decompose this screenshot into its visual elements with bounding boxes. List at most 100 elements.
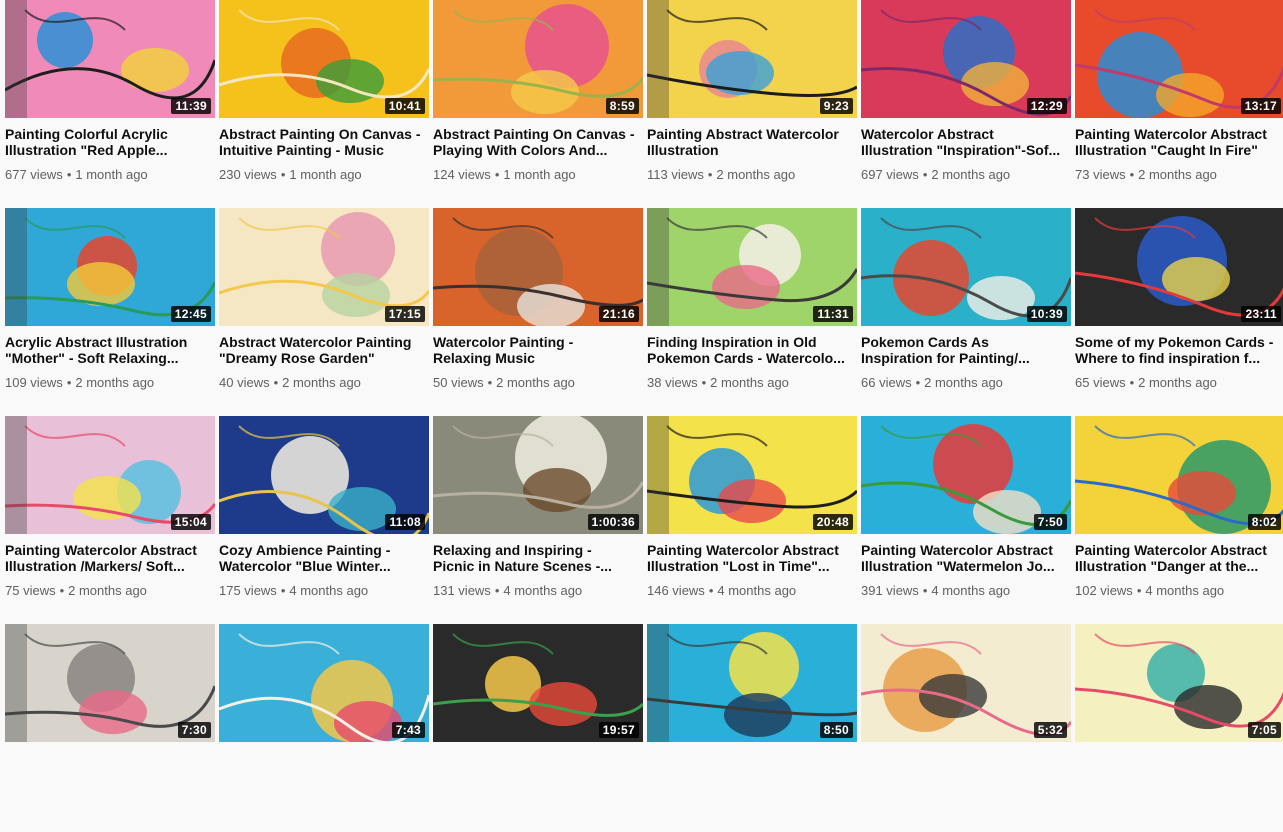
video-card[interactable]: 15:04 Painting Watercolor Abstract Illust… bbox=[5, 416, 215, 624]
view-count: 38 views bbox=[647, 375, 698, 390]
video-title[interactable]: Abstract Painting On Canvas - Intuitive … bbox=[219, 126, 429, 158]
video-card[interactable]: 10:39 Pokemon Cards As Inspiration for Pa… bbox=[861, 208, 1071, 416]
video-duration: 12:29 bbox=[1026, 98, 1067, 114]
video-title[interactable]: Finding Inspiration in Old Pokemon Cards… bbox=[647, 334, 857, 366]
video-thumbnail[interactable]: 19:57 bbox=[433, 624, 643, 742]
video-title[interactable]: Painting Watercolor Abstract Illustratio… bbox=[861, 542, 1071, 574]
video-card[interactable]: 13:17 Painting Watercolor Abstract Illust… bbox=[1075, 0, 1283, 208]
video-card[interactable]: 17:15 Abstract Watercolor Painting "Dream… bbox=[219, 208, 429, 416]
video-thumbnail[interactable]: 8:50 bbox=[647, 624, 857, 742]
video-thumbnail[interactable]: 10:41 bbox=[219, 0, 429, 118]
video-card[interactable]: 9:23 Painting Abstract Watercolor Illustr… bbox=[647, 0, 857, 208]
video-duration: 10:39 bbox=[1026, 306, 1067, 322]
video-meta: 109 views • 2 months ago bbox=[5, 375, 215, 391]
video-thumbnail[interactable]: 21:16 bbox=[433, 208, 643, 326]
video-thumbnail[interactable]: 17:15 bbox=[219, 208, 429, 326]
video-thumbnail[interactable]: 11:31 bbox=[647, 208, 857, 326]
video-card[interactable]: 19:57 bbox=[433, 624, 643, 832]
view-count: 677 views bbox=[5, 167, 63, 182]
video-thumbnail[interactable]: 11:08 bbox=[219, 416, 429, 534]
video-title[interactable]: Relaxing and Inspiring - Picnic in Natur… bbox=[433, 542, 643, 574]
video-thumbnail[interactable]: 7:50 bbox=[861, 416, 1071, 534]
video-thumbnail[interactable]: 7:30 bbox=[5, 624, 215, 742]
video-title[interactable]: Pokemon Cards As Inspiration for Paintin… bbox=[861, 334, 1071, 366]
upload-age: 2 months ago bbox=[75, 375, 155, 390]
video-card[interactable]: 11:31 Finding Inspiration in Old Pokemon … bbox=[647, 208, 857, 416]
video-card[interactable]: 12:45 Acrylic Abstract Illustration "Moth… bbox=[5, 208, 215, 416]
video-thumbnail[interactable]: 13:17 bbox=[1075, 0, 1283, 118]
video-card[interactable]: 7:05 bbox=[1075, 624, 1283, 832]
video-duration: 8:02 bbox=[1247, 514, 1281, 530]
video-title[interactable]: Painting Watercolor Abstract Illustratio… bbox=[647, 542, 857, 574]
video-title[interactable]: Painting Watercolor Abstract Illustratio… bbox=[1075, 542, 1283, 574]
video-thumbnail[interactable]: 15:04 bbox=[5, 416, 215, 534]
video-thumbnail[interactable]: 7:05 bbox=[1075, 624, 1283, 742]
meta-separator: • bbox=[487, 375, 493, 390]
video-thumbnail[interactable]: 5:32 bbox=[861, 624, 1071, 742]
video-duration: 23:11 bbox=[1241, 306, 1281, 322]
video-card[interactable]: 11:08 Cozy Ambience Painting - Watercolor… bbox=[219, 416, 429, 624]
video-card[interactable]: 23:11 Some of my Pokemon Cards - Where to… bbox=[1075, 208, 1283, 416]
video-thumbnail[interactable]: 1:00:36 bbox=[433, 416, 643, 534]
video-meta: 73 views • 2 months ago bbox=[1075, 167, 1283, 183]
video-thumbnail[interactable]: 12:45 bbox=[5, 208, 215, 326]
video-card[interactable]: 11:39 Painting Colorful Acrylic Illustrat… bbox=[5, 0, 215, 208]
video-title[interactable]: Painting Abstract Watercolor Illustratio… bbox=[647, 126, 857, 158]
video-thumbnail[interactable]: 8:59 bbox=[433, 0, 643, 118]
video-card[interactable]: 20:48 Painting Watercolor Abstract Illust… bbox=[647, 416, 857, 624]
video-card[interactable]: 12:29 Watercolor Abstract Illustration "I… bbox=[861, 0, 1071, 208]
video-card[interactable]: 5:32 bbox=[861, 624, 1071, 832]
video-title[interactable]: Abstract Painting On Canvas - Playing Wi… bbox=[433, 126, 643, 158]
video-thumbnail[interactable]: 7:43 bbox=[219, 624, 429, 742]
video-card[interactable]: 7:43 bbox=[219, 624, 429, 832]
video-duration: 11:39 bbox=[171, 98, 211, 114]
meta-separator: • bbox=[922, 583, 928, 598]
meta-separator: • bbox=[66, 167, 72, 182]
video-duration: 7:05 bbox=[1247, 722, 1281, 738]
video-thumbnail[interactable]: 9:23 bbox=[647, 0, 857, 118]
video-duration: 21:16 bbox=[598, 306, 639, 322]
view-count: 109 views bbox=[5, 375, 63, 390]
video-card[interactable]: 21:16 Watercolor Painting - Relaxing Musi… bbox=[433, 208, 643, 416]
video-grid: 11:39 Painting Colorful Acrylic Illustrat… bbox=[5, 0, 1283, 832]
video-title[interactable]: Watercolor Painting - Relaxing Music bbox=[433, 334, 643, 366]
video-thumbnail[interactable]: 10:39 bbox=[861, 208, 1071, 326]
video-card[interactable]: 7:50 Painting Watercolor Abstract Illustr… bbox=[861, 416, 1071, 624]
video-title[interactable]: Acrylic Abstract Illustration "Mother" -… bbox=[5, 334, 215, 366]
video-thumbnail[interactable]: 23:11 bbox=[1075, 208, 1283, 326]
video-meta: 40 views • 2 months ago bbox=[219, 375, 429, 391]
video-thumbnail[interactable]: 20:48 bbox=[647, 416, 857, 534]
video-card[interactable]: 8:50 bbox=[647, 624, 857, 832]
video-thumbnail[interactable]: 12:29 bbox=[861, 0, 1071, 118]
video-title[interactable]: Cozy Ambience Painting - Watercolor "Blu… bbox=[219, 542, 429, 574]
video-card[interactable]: 7:30 bbox=[5, 624, 215, 832]
video-meta: 124 views • 1 month ago bbox=[433, 167, 643, 183]
video-duration: 5:32 bbox=[1033, 722, 1067, 738]
video-duration: 20:48 bbox=[812, 514, 853, 530]
video-thumbnail[interactable]: 8:02 bbox=[1075, 416, 1283, 534]
meta-separator: • bbox=[280, 167, 286, 182]
video-title[interactable]: Painting Watercolor Abstract Illustratio… bbox=[5, 542, 215, 574]
video-card[interactable]: 10:41 Abstract Painting On Canvas - Intui… bbox=[219, 0, 429, 208]
video-card[interactable]: 8:02 Painting Watercolor Abstract Illustr… bbox=[1075, 416, 1283, 624]
video-title[interactable]: Painting Colorful Acrylic Illustration "… bbox=[5, 126, 215, 158]
video-card[interactable]: 8:59 Abstract Painting On Canvas - Playin… bbox=[433, 0, 643, 208]
meta-separator: • bbox=[273, 375, 279, 390]
video-title[interactable]: Watercolor Abstract Illustration "Inspir… bbox=[861, 126, 1071, 158]
video-thumbnail[interactable]: 11:39 bbox=[5, 0, 215, 118]
video-card[interactable]: 1:00:36 Relaxing and Inspiring - Picnic i… bbox=[433, 416, 643, 624]
meta-separator: • bbox=[922, 167, 928, 182]
view-count: 697 views bbox=[861, 167, 919, 182]
meta-separator: • bbox=[708, 583, 714, 598]
view-count: 230 views bbox=[219, 167, 277, 182]
upload-age: 2 months ago bbox=[496, 375, 575, 390]
video-title[interactable]: Abstract Watercolor Painting "Dreamy Ros… bbox=[219, 334, 429, 366]
upload-age: 4 months ago bbox=[931, 583, 1011, 598]
upload-age: 2 months ago bbox=[1138, 375, 1217, 390]
video-meta: 65 views • 2 months ago bbox=[1075, 375, 1283, 391]
upload-age: 1 month ago bbox=[503, 167, 576, 182]
video-title[interactable]: Some of my Pokemon Cards - Where to find… bbox=[1075, 334, 1283, 366]
video-meta: 131 views • 4 months ago bbox=[433, 583, 643, 599]
view-count: 391 views bbox=[861, 583, 919, 598]
video-title[interactable]: Painting Watercolor Abstract Illustratio… bbox=[1075, 126, 1283, 158]
